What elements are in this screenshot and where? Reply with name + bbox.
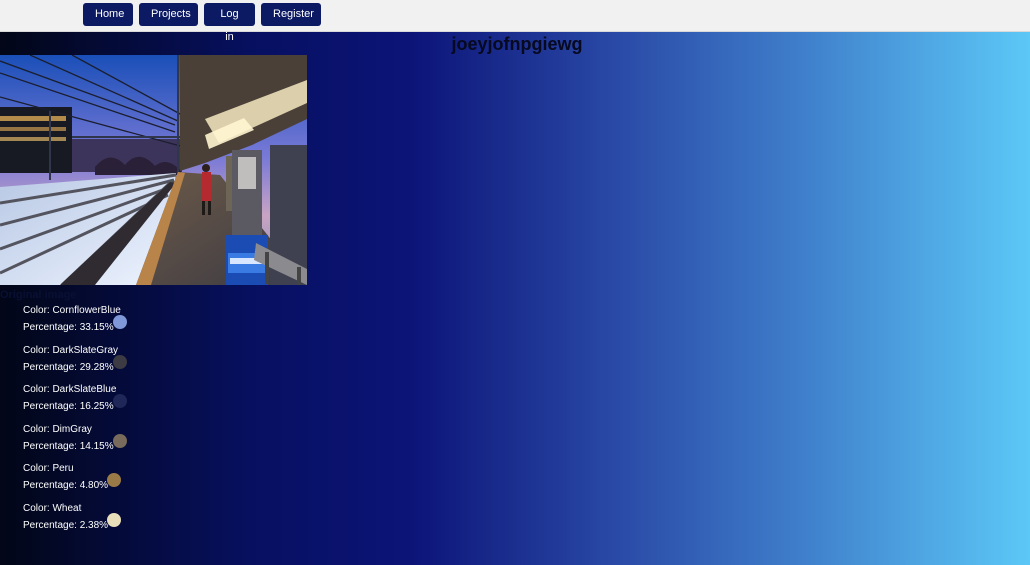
color-name: Color: DarkSlateBlue <box>23 384 117 395</box>
color-swatch <box>113 315 127 329</box>
color-percentage: Percentage: 4.80% <box>23 480 109 491</box>
color-name: Color: DimGray <box>23 423 92 435</box>
photo-label: Original image <box>0 289 77 301</box>
color-swatch <box>113 394 127 408</box>
color-entry: Color: DarkSlateBlue Percentage: 16.25% <box>23 383 183 422</box>
color-name: Color: Wheat <box>23 502 82 514</box>
color-analysis-list: Color: CornflowerBlue Percentage: 33.15%… <box>23 304 183 541</box>
color-percentage: Percentage: 29.28% <box>23 361 114 373</box>
top-navigation-bar: Home Projects Log in Register <box>0 0 1030 43</box>
projects-button[interactable]: Projects <box>139 3 198 26</box>
color-swatch <box>107 512 121 527</box>
color-swatch <box>113 433 127 448</box>
color-entry: Color: CornflowerBlue Percentage: 33.15% <box>23 304 183 343</box>
color-percentage: Percentage: 16.25% <box>23 401 114 412</box>
color-name: Color: CornflowerBlue <box>23 305 121 316</box>
color-percentage: Percentage: 33.15% <box>23 322 114 333</box>
color-entry: Color: DimGray Percentage: 14.15% <box>23 423 183 462</box>
color-entry: Color: DarkSlateGray Percentage: 29.28% <box>23 344 183 383</box>
register-button[interactable]: Register <box>261 3 321 26</box>
train-station-image <box>0 55 307 285</box>
login-button[interactable]: Log in <box>204 3 255 43</box>
color-swatch <box>107 473 121 487</box>
station-photo <box>0 55 307 285</box>
color-name: Color: Peru <box>23 463 74 474</box>
color-percentage: Percentage: 2.38% <box>23 519 109 531</box>
color-entry: Color: Peru Percentage: 4.80% <box>23 462 183 501</box>
nav-links: Home Projects Log in Register <box>83 3 321 43</box>
color-name: Color: DarkSlateGray <box>23 344 119 356</box>
page-title: joeyjofnpgiewg <box>451 34 583 54</box>
color-entry: Color: Wheat Percentage: 2.38% <box>23 502 183 541</box>
color-swatch <box>113 354 127 369</box>
color-percentage: Percentage: 14.15% <box>23 440 114 452</box>
home-button[interactable]: Home <box>83 3 133 26</box>
